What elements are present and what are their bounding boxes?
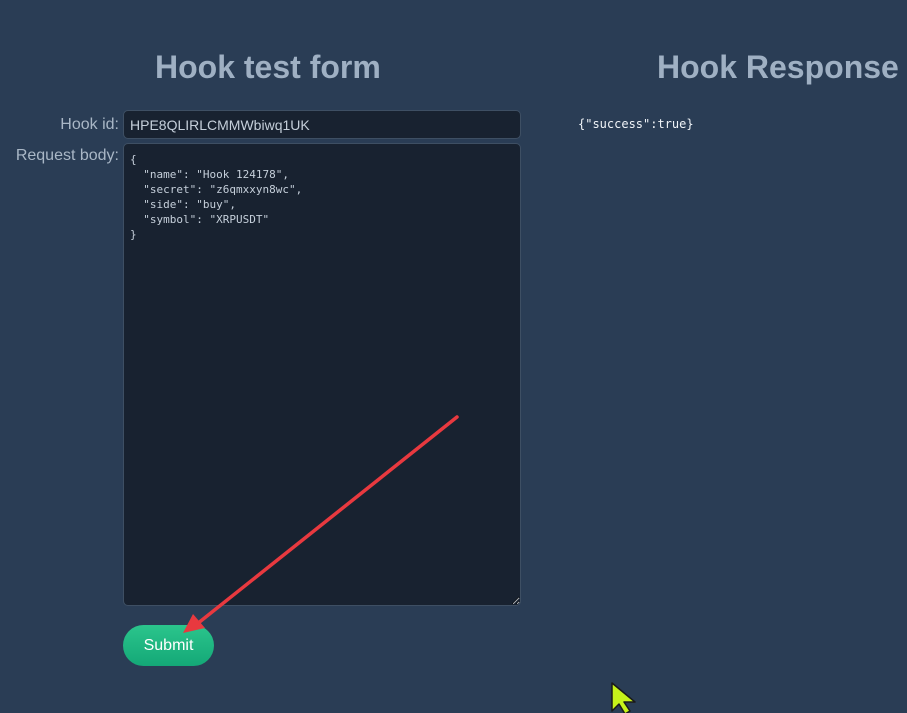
request-body-textarea[interactable]: { "name": "Hook 124178", "secret": "z6qm… xyxy=(123,143,521,606)
response-title: Hook Response xyxy=(657,49,899,85)
response-body: {"success":true} xyxy=(578,117,694,131)
hook-id-label: Hook id: xyxy=(60,116,119,133)
submit-button[interactable]: Submit xyxy=(123,625,214,666)
request-body-label: Request body: xyxy=(15,147,119,164)
hook-id-input[interactable] xyxy=(123,110,521,139)
form-title: Hook test form xyxy=(155,49,381,85)
page: Hook test form Hook Response Hook id: Re… xyxy=(0,0,907,713)
mouse-cursor-icon xyxy=(611,682,636,713)
